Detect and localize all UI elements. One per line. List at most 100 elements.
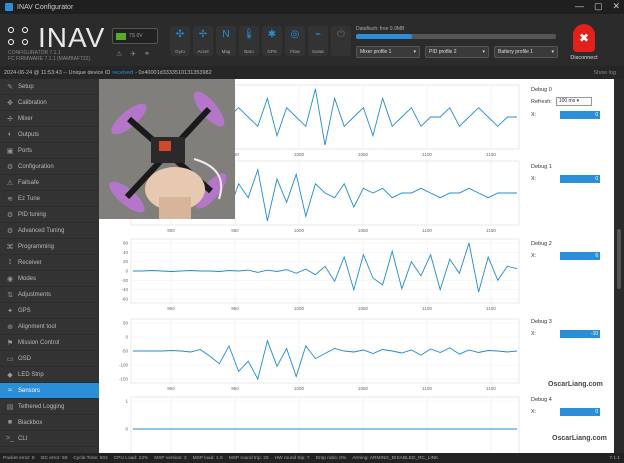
- sidebar-item-label: Ports: [18, 147, 33, 154]
- x-tick-label: 900: [167, 228, 175, 233]
- sidebar-item-calibration[interactable]: ✥ Calibration: [0, 95, 99, 111]
- device-status-line: 2024-06-24 @ 11:53:43 -- Unique device I…: [0, 66, 624, 79]
- sensor-mag: N Mag: [216, 26, 236, 56]
- pid-profile-select[interactable]: PID profile 2 ▾: [425, 46, 489, 58]
- debug-panel-2: Debug 2 X: 6: [531, 241, 601, 260]
- x-tick-label: 1150: [486, 306, 496, 311]
- sidebar-item-label: PID tuning: [18, 211, 47, 218]
- receiver-icon: ⟟: [8, 258, 12, 266]
- footer-version: 7.1.1: [609, 455, 620, 461]
- title-bar: INAV Configurator — ▢ ✕: [0, 0, 624, 14]
- adjustments-icon: ⇅: [7, 291, 13, 299]
- dataflash-status: Dataflash: free 9.9MB: [356, 26, 556, 39]
- sidebar-item-gps[interactable]: ✦ GPS: [0, 303, 99, 319]
- footer-stat: CPU Load: 13%: [113, 455, 149, 461]
- sidebar-item-label: CLI: [18, 435, 28, 442]
- sidebar-item-tethered-logging[interactable]: ▤ Tethered Logging: [0, 399, 99, 415]
- x-tick-label: 1000: [294, 386, 305, 391]
- sidebar-item-label: Configuration: [18, 163, 54, 170]
- footer-stat: I2C error: 50: [40, 455, 68, 461]
- y-tick-label: -60: [121, 297, 128, 302]
- sidebar-item-label: Failsafe: [18, 179, 40, 186]
- gyro-icon: ✣: [175, 29, 185, 40]
- link-icon: ⚭: [144, 51, 151, 58]
- close-window-button[interactable]: ✕: [612, 1, 620, 12]
- watermark: OscarLiang.com: [548, 381, 603, 388]
- debug-title: Debug 3: [531, 319, 552, 325]
- sidebar-item-ez-tune[interactable]: ≋ Ez Tune: [0, 191, 99, 207]
- sidebar-item-alignment-tool[interactable]: ⊕ Alignment tool: [0, 319, 99, 335]
- sensors-tab-content: 9009501000105011001150900950100010501100…: [99, 79, 614, 453]
- mixer-profile-select[interactable]: Mixer profile 1 ▾: [356, 46, 420, 58]
- sidebar-item-mission-control[interactable]: ⚑ Mission Control: [0, 335, 99, 351]
- wrench-icon: ✎: [7, 83, 13, 91]
- sidebar-item-blackbox[interactable]: ■ Blackbox: [0, 415, 99, 431]
- baro-icon: 🌡: [242, 29, 256, 40]
- sidebar-item-label: Setup: [18, 83, 34, 90]
- drone-photo-image: [99, 79, 235, 219]
- disconnect-button[interactable]: ✖ Disconnect: [565, 24, 603, 61]
- sensor-label: Mag: [221, 49, 231, 54]
- sidebar-item-outputs[interactable]: ◐ Outputs: [0, 127, 99, 143]
- y-tick-label: -100: [119, 363, 129, 368]
- sidebar-item-sensors[interactable]: ≈ Sensors: [0, 383, 99, 399]
- status-received: received: [112, 69, 134, 76]
- show-log-link[interactable]: Show log: [593, 70, 616, 76]
- top-header: INAV CONFIGURATOR 7.1.1 FC FIRMWARE 7.1.…: [0, 14, 624, 66]
- sidebar-item-label: OSD: [18, 355, 32, 362]
- mixer-icon: ✢: [7, 115, 13, 123]
- sidebar-item-led-strip[interactable]: ◆ LED Strip: [0, 367, 99, 383]
- sidebar-item-adjustments[interactable]: ⇅ Adjustments: [0, 287, 99, 303]
- eztune-icon: ≋: [7, 195, 13, 203]
- sensor-status-bar: ✣ Gyro ✢ Accel N Mag 🌡 Baro ✱ GPS ◎ Flow ⌁ Sonar ⏻: [170, 26, 351, 56]
- config-icon: ⚙: [6, 163, 14, 171]
- minimize-button[interactable]: —: [575, 1, 584, 12]
- sidebar-item-label: Mission Control: [18, 339, 60, 346]
- footer-stat: HW round trip: 7: [274, 455, 310, 461]
- x-tick-label: 1150: [486, 228, 496, 233]
- sidebar-item-receiver[interactable]: ⟟ Receiver: [0, 255, 99, 271]
- pid-icon: ⚙: [6, 211, 14, 219]
- refresh-rate-select[interactable]: 100 ms ▾: [555, 97, 592, 106]
- sidebar: ✎ Setup ✥ Calibration ✢ Mixer ◐ Outputs ▣ Ports ⚙ C…: [0, 79, 99, 453]
- sidebar-item-configuration[interactable]: ⚙ Configuration: [0, 159, 99, 175]
- sidebar-item-label: Modes: [18, 275, 37, 282]
- sidebar-item-modes[interactable]: ◉ Modes: [0, 271, 99, 287]
- failsafe-icon: ⚠: [6, 179, 14, 187]
- mission-icon: ⚑: [6, 339, 14, 347]
- scrollbar[interactable]: [614, 79, 624, 453]
- chevron-down-icon: ▾: [551, 49, 554, 55]
- sidebar-item-failsafe[interactable]: ⚠ Failsafe: [0, 175, 99, 191]
- battery-indicator: 7S 0V: [112, 28, 158, 44]
- watermark: OscarLiang.com: [552, 435, 607, 442]
- axis-label: X:: [531, 409, 537, 415]
- debug-value: 6: [560, 252, 601, 260]
- series-line: [133, 242, 518, 293]
- sidebar-item-label: Advanced Tuning: [18, 227, 65, 234]
- sidebar-item-advanced-tuning[interactable]: ⚙ Advanced Tuning: [0, 223, 99, 239]
- mag-icon: N: [222, 29, 230, 40]
- sidebar-item-mixer[interactable]: ✢ Mixer: [0, 111, 99, 127]
- y-tick-label: 40: [123, 250, 129, 255]
- sidebar-item-setup[interactable]: ✎ Setup: [0, 79, 99, 95]
- footer-stat: MSP version: 2: [154, 455, 187, 461]
- maximize-button[interactable]: ▢: [594, 1, 603, 12]
- sidebar-item-ports[interactable]: ▣ Ports: [0, 143, 99, 159]
- cli-icon: >_: [6, 435, 14, 442]
- debug-value: 0: [560, 408, 601, 416]
- sidebar-item-label: Adjustments: [18, 291, 52, 298]
- footer-stat: Drop ratio: 0%: [315, 455, 347, 461]
- refresh-control: Refresh: 100 ms ▾: [531, 97, 600, 106]
- y-tick-label: 1: [125, 399, 128, 404]
- sidebar-item-label: Mixer: [18, 115, 33, 122]
- sensor-accel: ✢ Accel: [193, 26, 213, 56]
- sidebar-item-programming[interactable]: ⌘ Programming: [0, 239, 99, 255]
- battery-profile-select[interactable]: Battery profile 1 ▾: [494, 46, 558, 58]
- sidebar-item-osd[interactable]: ▭ OSD: [0, 351, 99, 367]
- sidebar-item-pid-tuning[interactable]: ⚙ PID tuning: [0, 207, 99, 223]
- sidebar-item-cli[interactable]: >_ CLI: [0, 431, 99, 447]
- accel-icon: ✢: [198, 29, 208, 40]
- footer-stat: Arming: ARMING_DISABLED_RC_LINK: [352, 455, 439, 461]
- sidebar-item-label: GPS: [18, 307, 31, 314]
- flow-icon: ◎: [290, 29, 300, 40]
